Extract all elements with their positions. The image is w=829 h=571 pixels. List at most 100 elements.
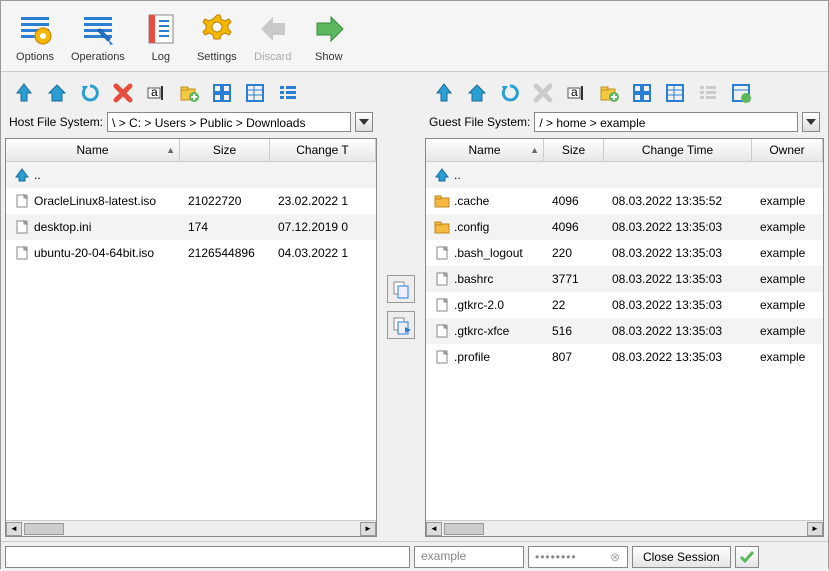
settings-button[interactable]: Settings bbox=[193, 7, 241, 65]
table-row[interactable]: .bashrc377108.03.2022 13:35:03example bbox=[426, 266, 823, 292]
table-row[interactable]: .profile 80708.03.2022 13:35:03example bbox=[426, 344, 823, 370]
host-table-header: Name▲ Size Change T bbox=[6, 139, 376, 162]
file-owner: example bbox=[754, 296, 821, 314]
file-change: 08.03.2022 13:35:03 bbox=[606, 348, 754, 366]
discard-icon bbox=[253, 9, 293, 49]
options-icon bbox=[15, 9, 55, 49]
log-button[interactable]: Log bbox=[137, 7, 185, 65]
col-size[interactable]: Size bbox=[180, 139, 270, 161]
file-name: .profile bbox=[454, 350, 490, 364]
table-row[interactable]: .cache409608.03.2022 13:35:52example bbox=[426, 188, 823, 214]
guest-path-input[interactable]: / > home > example bbox=[534, 112, 798, 132]
close-session-button[interactable]: Close Session bbox=[632, 546, 731, 568]
table-row[interactable]: .. bbox=[6, 162, 376, 188]
table-row[interactable]: OracleLinux8-latest.iso2102272023.02.202… bbox=[6, 188, 376, 214]
col-owner[interactable]: Owner bbox=[752, 139, 823, 161]
file-name: .cache bbox=[454, 194, 489, 208]
file-size: 807 bbox=[546, 348, 606, 366]
nav-up-button[interactable] bbox=[9, 78, 39, 108]
table-row[interactable]: .gtkrc-2.02208.03.2022 13:35:03example bbox=[426, 292, 823, 318]
host-path-dropdown[interactable] bbox=[355, 112, 373, 132]
host-scrollbar[interactable]: ◄► bbox=[6, 520, 376, 536]
host-path-row: Host File System: \ > C: > Users > Publi… bbox=[5, 110, 377, 134]
file-name: .gtkrc-2.0 bbox=[454, 298, 504, 312]
col-name[interactable]: Name▲ bbox=[6, 139, 180, 161]
discard-label: Discard bbox=[254, 51, 291, 63]
delete-button[interactable] bbox=[108, 78, 138, 108]
file-change: 08.03.2022 13:35:03 bbox=[606, 270, 754, 288]
guest-table-header: Name▲ Size Change Time Owner bbox=[426, 139, 823, 162]
file-change: 23.02.2022 1 bbox=[272, 192, 374, 210]
nav-up-button[interactable] bbox=[429, 78, 459, 108]
nav-home-button[interactable] bbox=[42, 78, 72, 108]
confirm-button[interactable] bbox=[735, 546, 759, 568]
guest-path-dropdown[interactable] bbox=[802, 112, 820, 132]
copy-to-guest-button[interactable] bbox=[387, 275, 415, 303]
operations-button[interactable]: Operations bbox=[67, 7, 129, 65]
main-toolbar: Options Operations Log Settings Discard … bbox=[1, 1, 828, 72]
file-change bbox=[606, 173, 754, 177]
copy-to-host-button[interactable] bbox=[387, 311, 415, 339]
guest-path-label: Guest File System: bbox=[429, 115, 530, 129]
nav-home-button[interactable] bbox=[462, 78, 492, 108]
show-icon bbox=[309, 9, 349, 49]
file-name: OracleLinux8-latest.iso bbox=[34, 194, 156, 208]
file-change: 08.03.2022 13:35:52 bbox=[606, 192, 754, 210]
rename-button[interactable]: a bbox=[141, 78, 171, 108]
file-name: .. bbox=[34, 168, 41, 182]
guest-scrollbar[interactable]: ◄► bbox=[426, 520, 823, 536]
view-details-button[interactable] bbox=[240, 78, 270, 108]
col-name[interactable]: Name▲ bbox=[426, 139, 544, 161]
guest-pane: a Guest File System: / > home > example … bbox=[421, 72, 828, 541]
file-change: 08.03.2022 13:35:03 bbox=[606, 296, 754, 314]
up-icon bbox=[434, 167, 450, 183]
username-input[interactable]: example bbox=[414, 546, 524, 568]
file-icon bbox=[14, 219, 30, 235]
file-owner: example bbox=[754, 270, 821, 288]
col-change[interactable]: Change Time bbox=[604, 139, 752, 161]
file-size bbox=[546, 173, 606, 177]
view-details-button[interactable] bbox=[660, 78, 690, 108]
host-file-body[interactable]: .. OracleLinux8-latest.iso2102272023.02.2… bbox=[6, 162, 376, 520]
view-properties-button[interactable] bbox=[726, 78, 756, 108]
file-owner bbox=[754, 173, 821, 177]
operations-label: Operations bbox=[71, 51, 125, 63]
table-row[interactable]: .bash_logout22008.03.2022 13:35:03exampl… bbox=[426, 240, 823, 266]
table-row[interactable]: ubuntu-20-04-64bit.iso212654489604.03.20… bbox=[6, 240, 376, 266]
nav-refresh-button[interactable] bbox=[495, 78, 525, 108]
file-icon bbox=[14, 193, 30, 209]
file-size: 174 bbox=[182, 218, 272, 236]
host-path-input[interactable]: \ > C: > Users > Public > Downloads bbox=[107, 112, 351, 132]
log-label: Log bbox=[152, 51, 170, 63]
file-icon bbox=[434, 323, 450, 339]
new-folder-button[interactable] bbox=[594, 78, 624, 108]
file-size: 4096 bbox=[546, 192, 606, 210]
file-icon bbox=[14, 245, 30, 261]
options-label: Options bbox=[16, 51, 54, 63]
table-row[interactable]: .gtkrc-xfce51608.03.2022 13:35:03example bbox=[426, 318, 823, 344]
table-row[interactable]: .config409608.03.2022 13:35:03example bbox=[426, 214, 823, 240]
guest-mini-toolbar: a bbox=[425, 76, 824, 110]
new-folder-button[interactable] bbox=[174, 78, 204, 108]
col-change[interactable]: Change T bbox=[270, 139, 376, 161]
table-row[interactable]: desktop.ini17407.12.2019 0 bbox=[6, 214, 376, 240]
col-size[interactable]: Size bbox=[544, 139, 604, 161]
guest-file-body[interactable]: .. .cache 409608.03.2022 13:35:52 example .c… bbox=[426, 162, 823, 520]
nav-refresh-button[interactable] bbox=[75, 78, 105, 108]
table-row[interactable]: .. bbox=[426, 162, 823, 188]
settings-icon bbox=[197, 9, 237, 49]
options-button[interactable]: Options bbox=[11, 7, 59, 65]
file-change: 08.03.2022 13:35:03 bbox=[606, 244, 754, 262]
view-icons-button[interactable] bbox=[627, 78, 657, 108]
file-name: .bashrc bbox=[454, 272, 493, 286]
file-change: 08.03.2022 13:35:03 bbox=[606, 322, 754, 340]
clear-icon[interactable]: ⊗ bbox=[610, 550, 621, 564]
folder-icon bbox=[434, 193, 450, 209]
file-size: 220 bbox=[546, 244, 606, 262]
view-list-button[interactable] bbox=[273, 78, 303, 108]
show-button[interactable]: Show bbox=[305, 7, 353, 65]
password-input[interactable]: •••••••• ⊗ bbox=[528, 546, 628, 568]
rename-button[interactable]: a bbox=[561, 78, 591, 108]
view-icons-button[interactable] bbox=[207, 78, 237, 108]
file-owner: example bbox=[754, 348, 821, 366]
